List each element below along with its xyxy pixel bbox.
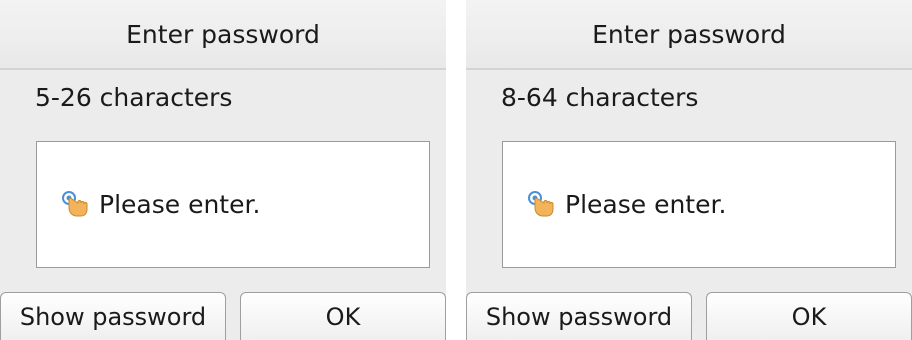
password-panel-5-26: Enter password 5-26 characters Please en…	[0, 0, 446, 340]
entry-placeholder: Please enter.	[565, 190, 727, 219]
entry-placeholder: Please enter.	[99, 190, 261, 219]
ok-button[interactable]: OK	[706, 292, 912, 340]
show-password-button[interactable]: Show password	[466, 292, 692, 340]
panel-title: Enter password	[466, 0, 912, 70]
touch-hand-icon	[528, 190, 554, 216]
touch-hand-icon	[62, 190, 88, 216]
password-entry-field[interactable]: Please enter.	[36, 141, 430, 268]
ok-button[interactable]: OK	[240, 292, 446, 340]
character-limit-label: 5-26 characters	[35, 83, 233, 112]
show-password-button[interactable]: Show password	[0, 292, 226, 340]
password-panel-8-64: Enter password 8-64 characters Please en…	[466, 0, 912, 340]
character-limit-label: 8-64 characters	[501, 83, 699, 112]
panel-title: Enter password	[0, 0, 446, 70]
password-entry-field[interactable]: Please enter.	[502, 141, 896, 268]
screen-stage: Enter password 5-26 characters Please en…	[0, 0, 912, 340]
